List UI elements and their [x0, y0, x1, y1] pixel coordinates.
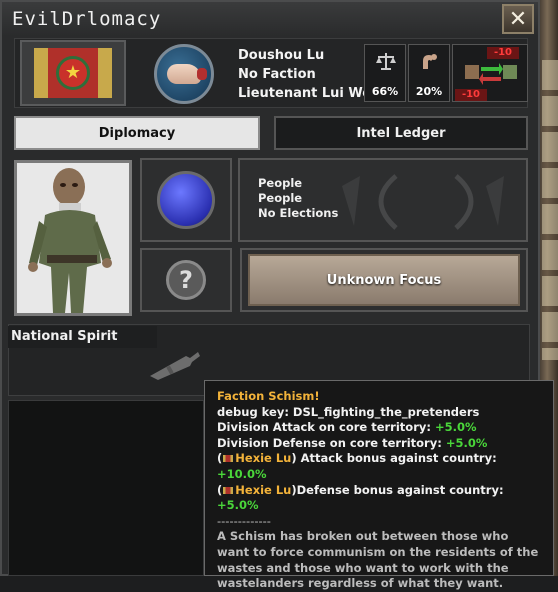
laurel-wreath-icon — [342, 174, 504, 230]
defense-bonus-value: +5.0% — [217, 498, 259, 513]
country-flag[interactable]: ★ — [20, 40, 126, 106]
trade-bottom-value: -10 — [455, 89, 487, 101]
tooltip-defense-bonus-line: (Hexie Lu)Defense bonus against country:… — [217, 482, 504, 513]
tooltip-divider: ------------- — [217, 513, 271, 528]
ideology-box[interactable] — [140, 158, 232, 242]
hand-icon — [167, 64, 207, 84]
strength-value: 20% — [415, 85, 443, 98]
ruling-party: People — [258, 176, 303, 190]
attack-label: Division Attack on core territory: — [217, 420, 431, 435]
tooltip-title: Faction Schism! — [217, 389, 320, 403]
strength-stat[interactable]: 20% — [408, 44, 450, 102]
national-focus[interactable]: Unknown Focus — [240, 248, 528, 312]
party-ideology: People — [258, 191, 303, 205]
attack-bonus-value: +10.0% — [217, 466, 267, 481]
ghoul-portrait-image — [17, 163, 129, 313]
red-star-icon: ★ — [56, 56, 90, 90]
faction-emblem-icon[interactable] — [154, 44, 214, 104]
leader-info: Doushou Lu No Faction Lieutenant Lui Wei — [238, 46, 376, 103]
attack-value: +5.0% — [434, 420, 477, 435]
defense-value: +5.0% — [445, 435, 488, 450]
tooltip-attack-bonus-line: (Hexie Lu) Attack bonus against country:… — [217, 451, 497, 481]
close-icon: ✕ — [508, 6, 528, 32]
leader-name: Doushou Lu — [238, 48, 325, 63]
tab-intel-ledger[interactable]: Intel Ledger — [274, 116, 528, 150]
trade-exchange-icon — [465, 63, 517, 85]
focus-label: Unknown Focus — [248, 254, 520, 306]
leader-portrait[interactable] — [14, 160, 132, 316]
spirit-tooltip: Faction Schism! debug key: DSL_fighting_… — [204, 380, 554, 590]
attack-bonus-label: Attack bonus against country: — [300, 451, 497, 466]
scales-icon — [376, 53, 396, 70]
election-status: No Elections — [258, 206, 339, 220]
map-lettering — [542, 60, 558, 360]
advisor-box[interactable]: ? — [140, 248, 232, 312]
leader-faction: No Faction — [238, 67, 316, 82]
tooltip-description: A Schism has broken out between those wh… — [217, 529, 539, 591]
country-name: Hexie Lu — [235, 451, 292, 466]
national-spirit-label: National Spirit — [8, 326, 157, 348]
tab-diplomacy[interactable]: Diplomacy — [14, 116, 260, 150]
tooltip-debug: debug key: DSL_fighting_the_pretenders — [217, 404, 480, 419]
country-name: Hexie Lu — [235, 482, 292, 497]
close-button[interactable]: ✕ — [502, 4, 534, 34]
ideology-orb-icon — [157, 171, 215, 229]
title-bar: EvilDrlomacy ✕ — [2, 2, 538, 36]
rifle-spirit-icon[interactable] — [146, 348, 202, 382]
leader-title: Lieutenant Lui Wei — [238, 86, 376, 101]
trade-box[interactable]: -10 -10 — [452, 44, 528, 102]
lower-panel — [8, 400, 204, 576]
law-value: 66% — [371, 85, 399, 98]
window-title: EvilDrlomacy — [12, 8, 162, 30]
country-flag-icon — [223, 455, 234, 463]
defense-label: Division Defense on core territory: — [217, 435, 442, 450]
law-stat[interactable]: 66% — [364, 44, 406, 102]
unknown-advisor-icon: ? — [166, 260, 206, 300]
flag-field: ★ — [34, 48, 112, 98]
tooltip-defense-line: Division Defense on core territory: +5.0… — [217, 436, 543, 452]
country-flag-icon — [223, 486, 234, 494]
tooltip-attack-line: Division Attack on core territory: +5.0% — [217, 420, 543, 436]
arm-icon — [423, 54, 437, 69]
politics-panel[interactable]: People People No Elections — [238, 158, 528, 242]
defense-bonus-label: Defense bonus against country: — [296, 482, 504, 497]
